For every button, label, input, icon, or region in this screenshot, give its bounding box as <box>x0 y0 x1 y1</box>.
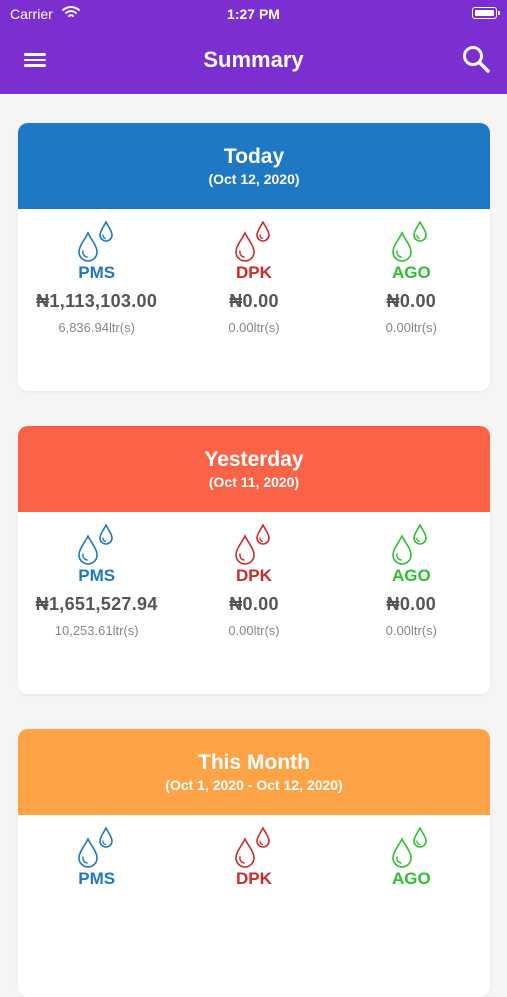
fuel-drops-icon <box>18 827 175 869</box>
litres-value: 0.00ltr(s) <box>228 320 280 335</box>
litres-value: 10,253.61ltr(s) <box>54 623 139 638</box>
fuel-drops-icon <box>18 221 175 263</box>
fuel-drops-icon <box>333 221 490 263</box>
litres-value: 0.00ltr(s) <box>385 623 437 638</box>
amount-value: ₦0.00 <box>229 594 279 614</box>
amount-value: ₦0.00 <box>386 594 437 614</box>
summary-card-yesterday: Yesterday (Oct 11, 2020) PMS ₦1,651,527.… <box>18 426 490 694</box>
fuel-label: DPK <box>236 263 272 282</box>
card-title: Yesterday <box>204 448 304 471</box>
fuel-label: AGO <box>391 869 431 888</box>
amount-value: ₦1,113,103.00 <box>36 291 158 311</box>
app-bar: Carrier 1:27 PM Summary <box>0 0 507 94</box>
status-bar: Carrier 1:27 PM <box>0 6 507 24</box>
fuel-label: PMS <box>78 566 116 585</box>
fuel-column-ago: AGO <box>333 827 490 889</box>
battery-icon <box>472 7 500 19</box>
summary-card-this-month: This Month (Oct 1, 2020 - Oct 12, 2020) … <box>18 729 490 997</box>
page-title: Summary <box>203 47 304 72</box>
fuel-drops-icon <box>175 524 332 566</box>
fuel-drops-icon <box>333 827 490 869</box>
amount-value: ₦0.00 <box>229 291 279 311</box>
fuel-column-pms: PMS ₦1,651,527.94 10,253.61ltr(s) <box>18 524 175 638</box>
card-date: (Oct 1, 2020 - Oct 12, 2020) <box>165 777 343 793</box>
card-header: Yesterday (Oct 11, 2020) <box>18 426 490 512</box>
fuel-label: AGO <box>391 566 431 585</box>
fuel-label: DPK <box>236 869 272 888</box>
litres-value: 0.00ltr(s) <box>385 320 437 335</box>
fuel-drops-icon <box>175 221 332 263</box>
card-date: (Oct 11, 2020) <box>208 474 300 490</box>
card-title: Today <box>223 145 285 168</box>
fuel-label: AGO <box>391 263 431 282</box>
card-title: This Month <box>198 751 310 774</box>
card-header: This Month (Oct 1, 2020 - Oct 12, 2020) <box>18 729 490 815</box>
fuel-column-ago: AGO ₦0.00 0.00ltr(s) <box>333 221 490 335</box>
fuel-drops-icon <box>175 827 332 869</box>
fuel-column-ago: AGO ₦0.00 0.00ltr(s) <box>333 524 490 638</box>
summary-card-today: Today (Oct 12, 2020) PMS ₦1,113,103.00 6… <box>18 123 490 391</box>
litres-value: 0.00ltr(s) <box>228 623 280 638</box>
fuel-column-pms: PMS ₦1,113,103.00 6,836.94ltr(s) <box>18 221 175 335</box>
fuel-drops-icon <box>333 524 490 566</box>
fuel-column-dpk: DPK ₦0.00 0.00ltr(s) <box>175 221 332 335</box>
fuel-column-pms: PMS <box>18 827 175 889</box>
fuel-column-dpk: DPK <box>175 827 332 889</box>
search-icon[interactable] <box>461 44 491 74</box>
fuel-column-dpk: DPK ₦0.00 0.00ltr(s) <box>175 524 332 638</box>
fuel-drops-icon <box>18 524 175 566</box>
amount-value: ₦0.00 <box>386 291 437 311</box>
litres-value: 6,836.94ltr(s) <box>58 320 135 335</box>
fuel-label: PMS <box>78 263 116 282</box>
amount-value: ₦1,651,527.94 <box>35 594 158 614</box>
card-header: Today (Oct 12, 2020) <box>18 123 490 209</box>
fuel-label: PMS <box>78 869 116 888</box>
status-time: 1:27 PM <box>227 6 280 22</box>
card-date: (Oct 12, 2020) <box>208 171 300 187</box>
fuel-label: DPK <box>236 566 272 585</box>
